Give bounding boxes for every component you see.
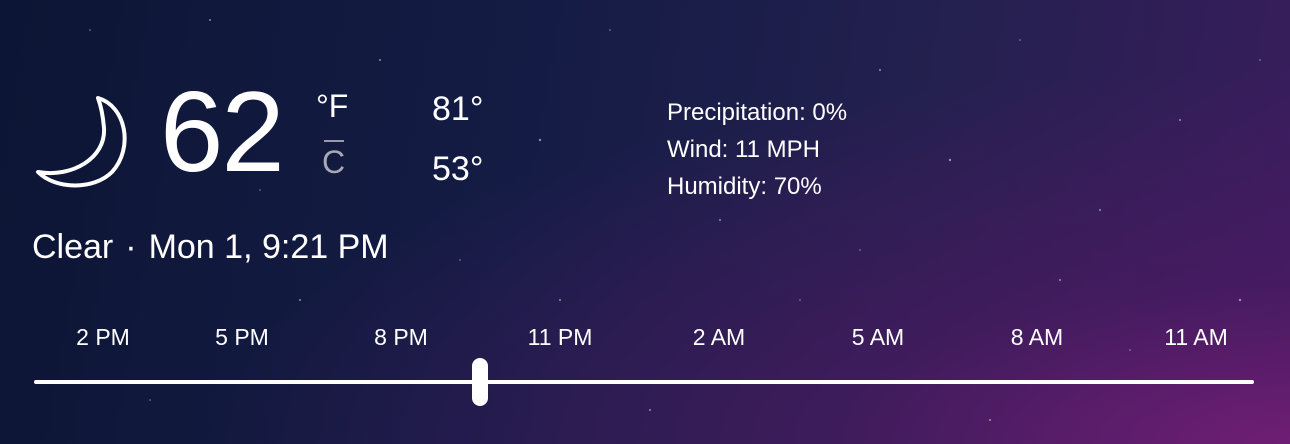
celsius-toggle[interactable]: C xyxy=(322,144,345,181)
timeline-hour: 5 PM xyxy=(215,324,269,350)
moon-icon xyxy=(36,96,127,188)
fahrenheit-toggle[interactable]: °F xyxy=(316,88,348,125)
high-temperature: 81° xyxy=(432,90,484,128)
timeline-hour: 2 PM xyxy=(76,324,130,350)
timeline-hour: 11 PM xyxy=(527,324,593,350)
status-separator: · xyxy=(125,228,137,266)
low-temperature: 53° xyxy=(432,150,484,188)
unit-divider xyxy=(324,140,344,142)
timeline-hour: 8 AM xyxy=(1010,324,1064,350)
starfield-background xyxy=(89,19,1261,421)
timeline-hour: 2 AM xyxy=(692,324,746,350)
wind-text: Wind: 11 MPH xyxy=(667,136,820,163)
timeline-hour: 5 AM xyxy=(851,324,905,350)
humidity-text: Humidity: 70% xyxy=(667,173,822,200)
condition-text: Clear xyxy=(32,228,114,266)
timeline-slider-track[interactable] xyxy=(34,380,1254,384)
condition-status: Clear · Mon 1, 9:21 PM xyxy=(32,228,389,267)
current-temperature: 62 xyxy=(160,69,285,196)
timeline-hour: 11 AM xyxy=(1164,324,1228,350)
precipitation-text: Precipitation: 0% xyxy=(667,99,848,126)
weather-details: Precipitation: 0% Wind: 11 MPH Humidity:… xyxy=(667,94,847,205)
timeline-slider-thumb[interactable] xyxy=(472,358,488,406)
datetime-text: Mon 1, 9:21 PM xyxy=(148,228,389,266)
timeline-hour: 8 PM xyxy=(374,324,428,350)
